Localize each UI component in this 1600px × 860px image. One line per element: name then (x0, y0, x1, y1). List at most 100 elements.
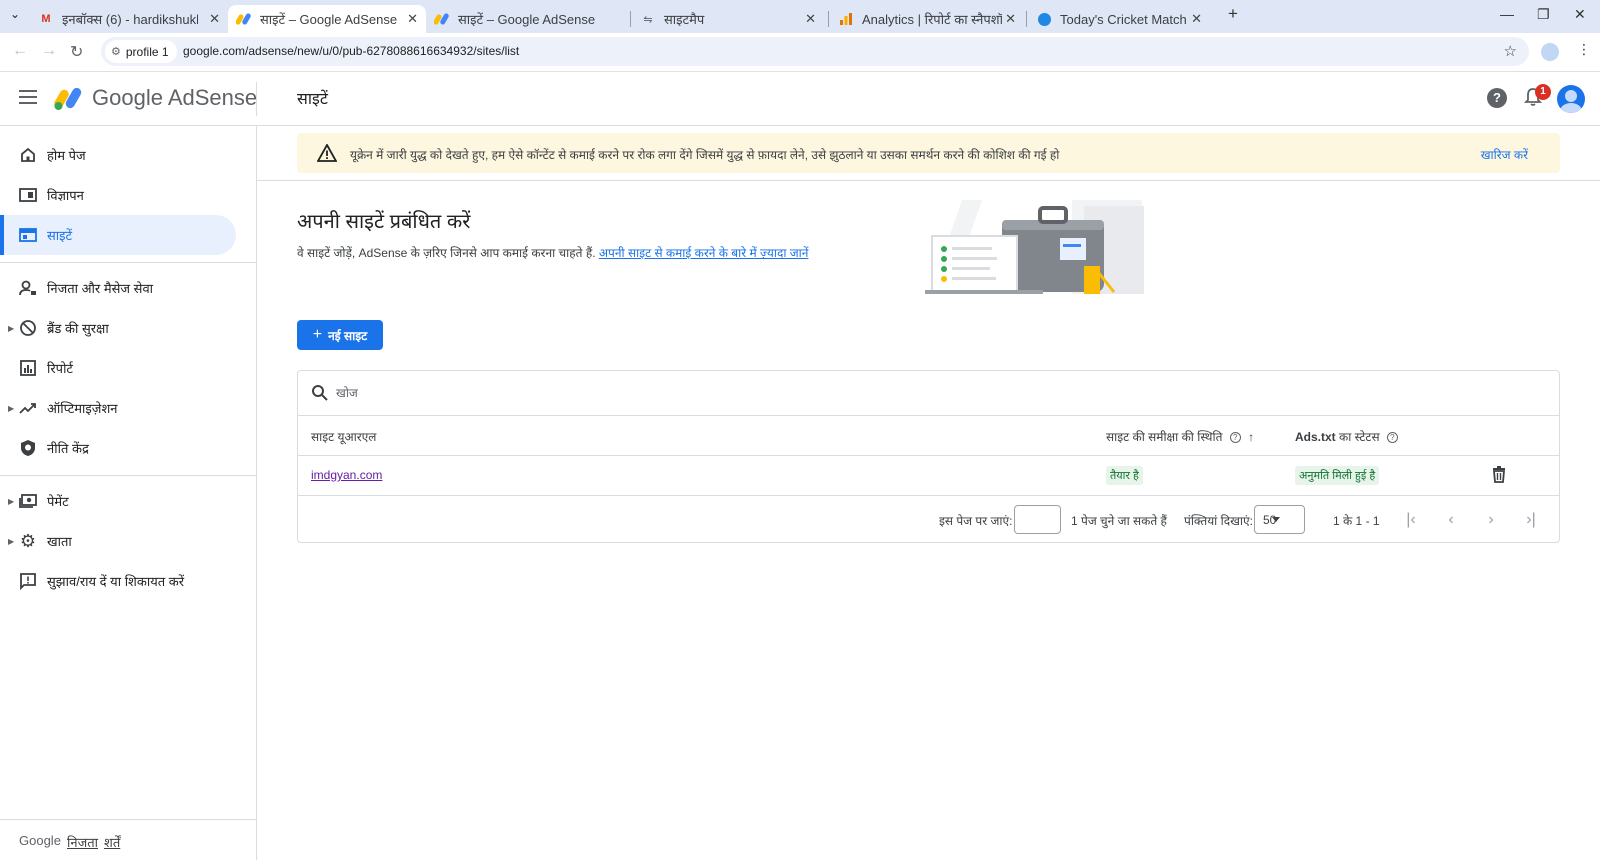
new-site-button[interactable]: + नई साइट (297, 320, 383, 350)
previous-page-icon[interactable]: ‹ (1441, 510, 1461, 530)
browser-tab-cricket[interactable]: Today's Cricket Match | C ✕ (1028, 5, 1210, 33)
notification-count-badge: 1 (1535, 84, 1551, 100)
tab-separator (1026, 11, 1027, 27)
sidebar-item-account[interactable]: ▶ ⚙ खाता (0, 521, 236, 561)
new-tab-icon[interactable]: + (1228, 4, 1238, 24)
sidebar-item-payments[interactable]: ▶ पेमेंट (0, 481, 236, 521)
sidebar-item-privacy[interactable]: निजता और मैसेज सेवा (0, 268, 236, 308)
browser-tab-adsense[interactable]: साइटें – Google AdSense (426, 5, 624, 33)
close-tab-icon[interactable]: ✕ (407, 11, 418, 27)
search-input[interactable] (336, 382, 936, 404)
goto-page-label: इस पेज पर जाएं: (939, 514, 1013, 528)
column-header-adstxt-status[interactable]: Ads.txt का स्टेटस ? (1295, 428, 1398, 445)
minimize-icon[interactable]: — (1500, 6, 1514, 22)
tab-separator (828, 11, 829, 27)
page-title: साइटें (297, 91, 328, 108)
section-heading: अपनी साइटें प्रबंधित करें (297, 211, 471, 233)
banner-divider (257, 180, 1600, 181)
adsense-logo[interactable]: Google AdSense (54, 85, 257, 111)
sitemap-icon: ⇋ (643, 13, 653, 26)
sort-arrow-up-icon[interactable]: ↑ (1248, 430, 1254, 444)
adsense-icon (434, 11, 450, 27)
add-icon: + (312, 326, 323, 343)
column-header-site-url[interactable]: साइट यूआरएल (311, 428, 376, 445)
next-page-icon[interactable]: › (1481, 510, 1501, 530)
sidebar-item-reports[interactable]: रिपोर्ट (0, 348, 236, 388)
pagination-range: 1 के 1 - 1 (1333, 514, 1380, 528)
site-url-link[interactable]: imdgyan.com (311, 468, 382, 482)
help-icon[interactable]: ? (1487, 88, 1507, 108)
sidebar-item-optimization[interactable]: ▶ ऑप्टिमाइज़ेशन (0, 388, 236, 428)
expand-caret-icon[interactable]: ▶ (8, 324, 14, 333)
close-tab-icon[interactable]: ✕ (805, 11, 816, 27)
reload-icon[interactable]: ↻ (70, 42, 83, 62)
sidebar-item-home[interactable]: होम पेज (0, 135, 236, 175)
address-bar[interactable]: ⚙ profile 1 google.com/adsense/new/u/0/p… (101, 37, 1529, 66)
hamburger-menu-icon[interactable] (19, 90, 37, 104)
sites-table-card: साइट यूआरएल साइट की समीक्षा की स्थिति ? … (297, 370, 1560, 543)
browser-profile-icon[interactable] (1541, 43, 1559, 61)
close-tab-icon[interactable]: ✕ (1005, 11, 1016, 27)
close-tab-icon[interactable]: ✕ (209, 11, 220, 27)
expand-caret-icon[interactable]: ▶ (8, 404, 14, 413)
close-tab-icon[interactable]: ✕ (1191, 11, 1202, 27)
goto-page-input[interactable] (1014, 505, 1061, 534)
tab-search-icon[interactable]: ⌄ (10, 7, 20, 21)
rows-per-page-select[interactable]: 50 (1254, 505, 1305, 534)
sidebar-item-brand-safety[interactable]: ▶ ब्रैंड की सुरक्षा (0, 308, 236, 348)
gear-icon: ⚙ (19, 530, 37, 551)
dropdown-arrow-icon (1272, 517, 1280, 522)
sidebar-item-feedback[interactable]: सुझाव/राय दें या शिकायत करें (0, 561, 236, 601)
close-window-icon[interactable]: ✕ (1574, 6, 1586, 23)
sidebar-item-sites[interactable]: साइटें (0, 215, 236, 255)
browser-menu-icon[interactable]: ⋮ (1577, 41, 1591, 58)
adsense-icon (236, 11, 252, 27)
help-circle-icon[interactable]: ? (1229, 432, 1241, 444)
briefcase-illustration (925, 200, 1144, 294)
adsense-logo-icon (54, 87, 82, 110)
header-divider (256, 82, 257, 116)
last-page-icon[interactable]: ›| (1521, 510, 1541, 530)
account-avatar[interactable] (1557, 85, 1585, 113)
review-status-badge: तैयार है (1106, 466, 1143, 485)
browser-tab-adsense-active[interactable]: साइटें – Google AdSense ✕ (228, 5, 426, 33)
sidebar: होम पेज विज्ञापन साइटें निजता और मैसेज स… (0, 126, 257, 860)
restore-icon[interactable]: ❐ (1537, 6, 1550, 23)
pages-available-label: 1 पेज चुने जा सकते हैं (1071, 514, 1167, 528)
section-subtext: वे साइटें जोड़ें, AdSense के ज़रिए जिनसे… (297, 246, 809, 260)
sidebar-footer: Google निजता शर्तें (0, 819, 256, 860)
sidebar-divider (0, 475, 256, 476)
browser-toolbar: ← → ↻ ⚙ profile 1 google.com/adsense/new… (0, 33, 1600, 72)
forward-icon[interactable]: → (41, 42, 57, 60)
bookmark-star-icon[interactable]: ☆ (1504, 42, 1517, 60)
privacy-icon (18, 278, 38, 298)
trending-icon (18, 398, 38, 418)
warning-icon (316, 143, 338, 165)
policy-banner: यूक्रेन में जारी युद्ध को देखते हुए, हम … (297, 133, 1560, 173)
url-text[interactable]: google.com/adsense/new/u/0/pub-627808861… (183, 44, 519, 58)
adsense-header: Google AdSense साइटें ? 1 (0, 72, 1600, 126)
footer-terms-link[interactable]: शर्तें (104, 833, 120, 851)
help-circle-icon[interactable]: ? (1386, 432, 1398, 444)
dismiss-banner-button[interactable]: खारिज करें (1481, 146, 1528, 163)
footer-privacy-link[interactable]: निजता (67, 833, 98, 851)
sidebar-item-policy-center[interactable]: नीति केंद्र (0, 428, 236, 468)
first-page-icon[interactable]: |‹ (1401, 510, 1421, 530)
column-header-review-status[interactable]: साइट की समीक्षा की स्थिति ? ↑ (1106, 428, 1254, 445)
tune-icon: ⚙ (111, 46, 121, 58)
browser-tab-analytics[interactable]: Analytics | रिपोर्ट का स्नैपशॉ ✕ (830, 5, 1024, 33)
payment-icon (18, 491, 38, 511)
sidebar-item-ads[interactable]: विज्ञापन (0, 175, 236, 215)
learn-more-link[interactable]: अपनी साइट से कमाई करने के बारे में ज़्या… (599, 246, 809, 260)
browser-tab-sitemap[interactable]: ⇋ साइटमैप ✕ (632, 5, 824, 33)
browser-tab-gmail[interactable]: M इनबॉक्स (6) - hardikshukla ✕ (30, 5, 228, 33)
globe-icon (1036, 11, 1052, 27)
brand-name: Google AdSense (92, 85, 258, 110)
back-icon[interactable]: ← (12, 42, 28, 60)
block-icon (18, 318, 38, 338)
delete-trash-icon[interactable] (1492, 466, 1506, 486)
sites-icon (18, 225, 38, 245)
expand-caret-icon[interactable]: ▶ (8, 497, 14, 506)
expand-caret-icon[interactable]: ▶ (8, 537, 14, 546)
profile-chip[interactable]: ⚙ profile 1 (105, 40, 177, 63)
